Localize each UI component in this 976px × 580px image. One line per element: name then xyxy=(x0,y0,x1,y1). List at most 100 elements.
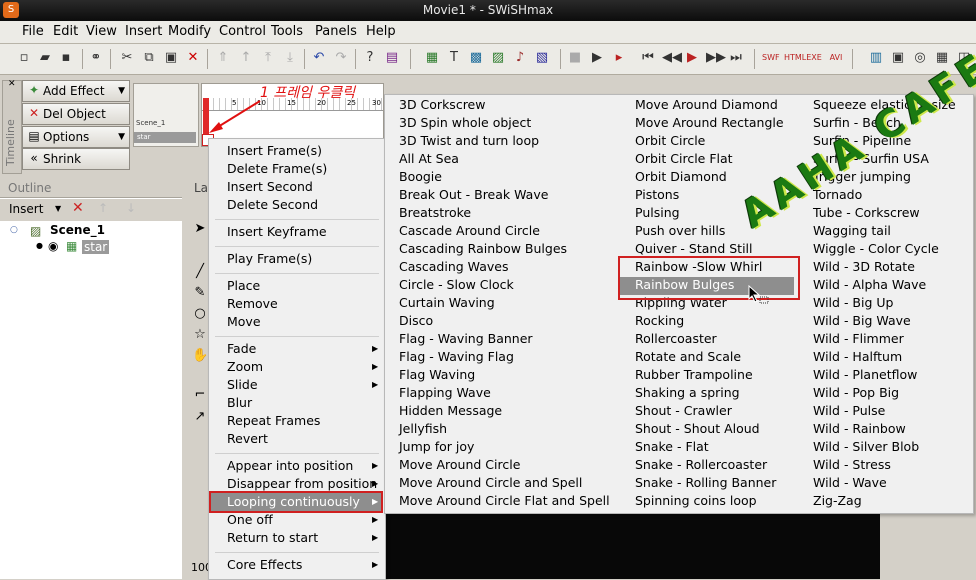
menu-view[interactable]: View xyxy=(86,24,117,39)
effect-item[interactable]: Wild - Big Wave xyxy=(813,312,911,330)
effect-item[interactable]: Rotate and Scale xyxy=(635,348,741,366)
effect-item[interactable]: Orbit Circle xyxy=(635,132,705,150)
play-icon[interactable]: ▶ xyxy=(589,50,605,66)
ctx-fade[interactable]: Fade ▶ xyxy=(227,340,385,358)
effect-item[interactable]: Wild - Pop Big xyxy=(813,384,899,402)
cut-icon[interactable]: ✂ xyxy=(119,50,135,66)
tree-object-item[interactable]: star xyxy=(82,240,110,254)
effect-item[interactable]: Cascade Around Circle xyxy=(399,222,540,240)
timeline-row-scene[interactable]: Scene_1 xyxy=(136,119,165,127)
effect-item[interactable]: Wild - Pulse xyxy=(813,402,885,420)
effect-item[interactable]: Push over hills xyxy=(635,222,725,240)
export-exe-icon[interactable]: EXE xyxy=(806,50,822,66)
ctx-repeat-frames[interactable]: Repeat Frames xyxy=(227,412,320,430)
ctx-place[interactable]: Place xyxy=(227,277,260,295)
menu-edit[interactable]: Edit xyxy=(53,24,78,39)
ctx-delete-frames[interactable]: Delete Frame(s) xyxy=(227,160,327,178)
move-top-icon[interactable]: ⇑ xyxy=(215,50,231,66)
app-icon[interactable]: S xyxy=(3,2,19,18)
effect-item[interactable]: Snake - Rollercoaster xyxy=(635,456,767,474)
effect-item[interactable]: Orbit Circle Flat xyxy=(635,150,733,168)
effect-item[interactable]: Snake - Flat xyxy=(635,438,709,456)
open-folder-icon[interactable]: ▰ xyxy=(37,50,53,66)
effect-item[interactable]: Wild - Silver Blob xyxy=(813,438,919,456)
effect-item[interactable]: Move Around Circle xyxy=(399,456,520,474)
text-icon[interactable]: T xyxy=(446,50,462,66)
current-frame-icon[interactable]: ▶ xyxy=(684,50,700,66)
menu-file[interactable]: File xyxy=(22,24,44,39)
ctx-blur[interactable]: Blur xyxy=(227,394,252,412)
ctx-looping-continuously[interactable]: Looping continuously ▶ xyxy=(209,491,383,513)
effect-item[interactable]: Cascading Rainbow Bulges xyxy=(399,240,567,258)
effect-item[interactable]: Move Around Rectangle xyxy=(635,114,784,132)
effect-item[interactable]: Break Out - Break Wave xyxy=(399,186,548,204)
effect-item[interactable]: Wild - 3D Rotate xyxy=(813,258,915,276)
ctx-appear-into-position[interactable]: Appear into position ▶ xyxy=(227,457,385,475)
effect-item[interactable]: Move Around Circle and Spell xyxy=(399,474,582,492)
move-up-icon[interactable]: ↑ xyxy=(98,201,108,215)
ctx-move[interactable]: Move xyxy=(227,313,261,331)
sound-icon[interactable]: ♪ xyxy=(512,50,528,66)
stop-icon[interactable]: ■ xyxy=(567,50,583,66)
ctx-play-frames[interactable]: Play Frame(s) xyxy=(227,250,312,268)
effect-item[interactable]: All At Sea xyxy=(399,150,459,168)
effect-item[interactable]: Shaking a spring xyxy=(635,384,740,402)
play-frame-icon[interactable]: ▸ xyxy=(611,50,627,66)
effect-item[interactable]: Wild - Halftum xyxy=(813,348,902,366)
ctx-delete-second[interactable]: Delete Second xyxy=(227,196,318,214)
move-bottom-icon[interactable]: ⤓ xyxy=(282,50,298,66)
effect-item[interactable]: Spinning coins loop xyxy=(635,492,757,510)
options-button[interactable]: ▤ Options ▼ xyxy=(22,126,130,148)
move-up-icon[interactable]: ↑ xyxy=(238,50,254,66)
effect-item[interactable]: Wild - Alpha Wave xyxy=(813,276,926,294)
effect-item[interactable]: Wild - Planetflow xyxy=(813,366,917,384)
transform-icon[interactable]: ↗ xyxy=(192,409,208,425)
effect-item[interactable]: Flapping Wave xyxy=(399,384,491,402)
effect-item[interactable]: Cascading Waves xyxy=(399,258,509,276)
hand-icon[interactable]: ✋ xyxy=(192,348,208,364)
stage-canvas[interactable] xyxy=(384,512,880,579)
motion-path-icon[interactable]: ⌐ xyxy=(192,387,208,403)
effect-item[interactable]: Move Around Circle Flat and Spell xyxy=(399,492,610,510)
export-avi-icon[interactable]: AVI xyxy=(828,50,844,66)
visibility-eye-icon[interactable]: ◉ xyxy=(48,239,58,253)
tree-scene-item[interactable]: Scene_1 xyxy=(50,223,105,237)
ctx-one-off[interactable]: One off ▶ xyxy=(227,511,385,529)
star-icon[interactable]: ☆ xyxy=(192,327,208,343)
effect-item[interactable]: Rubber Trampoline xyxy=(635,366,753,384)
effect-item[interactable]: Flag Waving xyxy=(399,366,475,384)
effect-item[interactable]: Wild - Big Up xyxy=(813,294,893,312)
layout-tab-label[interactable]: La xyxy=(194,181,208,195)
menu-help[interactable]: Help xyxy=(366,24,396,39)
ctx-return-to-start[interactable]: Return to start ▶ xyxy=(227,529,385,547)
line-icon[interactable]: ╱ xyxy=(192,264,208,280)
effect-item[interactable]: Breatstroke xyxy=(399,204,471,222)
ctx-remove[interactable]: Remove xyxy=(227,295,278,313)
ctx-insert-keyframe[interactable]: Insert Keyframe xyxy=(227,223,327,241)
next-frame-icon[interactable]: ▶▶ xyxy=(706,50,726,66)
effect-item[interactable]: Wild - Stress xyxy=(813,456,891,474)
preview-icon[interactable]: ▣ xyxy=(890,50,906,66)
effect-item[interactable]: Wiggle - Color Cycle xyxy=(813,240,939,258)
effect-item[interactable]: Pistons xyxy=(635,186,679,204)
effect-item[interactable]: Zig-Zag xyxy=(813,492,862,510)
book-icon[interactable]: ▤ xyxy=(384,50,400,66)
effect-item[interactable]: Boogie xyxy=(399,168,442,186)
chevron-down-icon[interactable]: ▼ xyxy=(55,204,61,213)
tree-expander-icon[interactable]: ○ xyxy=(10,225,18,235)
effect-item[interactable]: Shout - Shout Aloud xyxy=(635,420,760,438)
paste-icon[interactable]: ▣ xyxy=(163,50,179,66)
timeline-side-tab[interactable]: Timeline xyxy=(2,80,22,174)
effect-item[interactable]: Orbit Diamond xyxy=(635,168,727,186)
close-icon[interactable]: ✕ xyxy=(8,79,16,89)
menu-tools[interactable]: Tools xyxy=(271,24,303,39)
image-icon[interactable]: ▩ xyxy=(468,50,484,66)
move-down-icon[interactable]: ↓ xyxy=(126,201,136,215)
new-file-icon[interactable]: ▫ xyxy=(16,50,32,66)
scene-icon[interactable]: ▦ xyxy=(424,50,440,66)
menu-panels[interactable]: Panels xyxy=(315,24,357,39)
effect-item[interactable]: 3D Corkscrew xyxy=(399,96,485,114)
export-swf-icon[interactable]: SWF xyxy=(762,50,780,66)
timeline-row-star[interactable]: star xyxy=(134,132,196,143)
help-pointer-icon[interactable]: ? xyxy=(362,50,378,66)
